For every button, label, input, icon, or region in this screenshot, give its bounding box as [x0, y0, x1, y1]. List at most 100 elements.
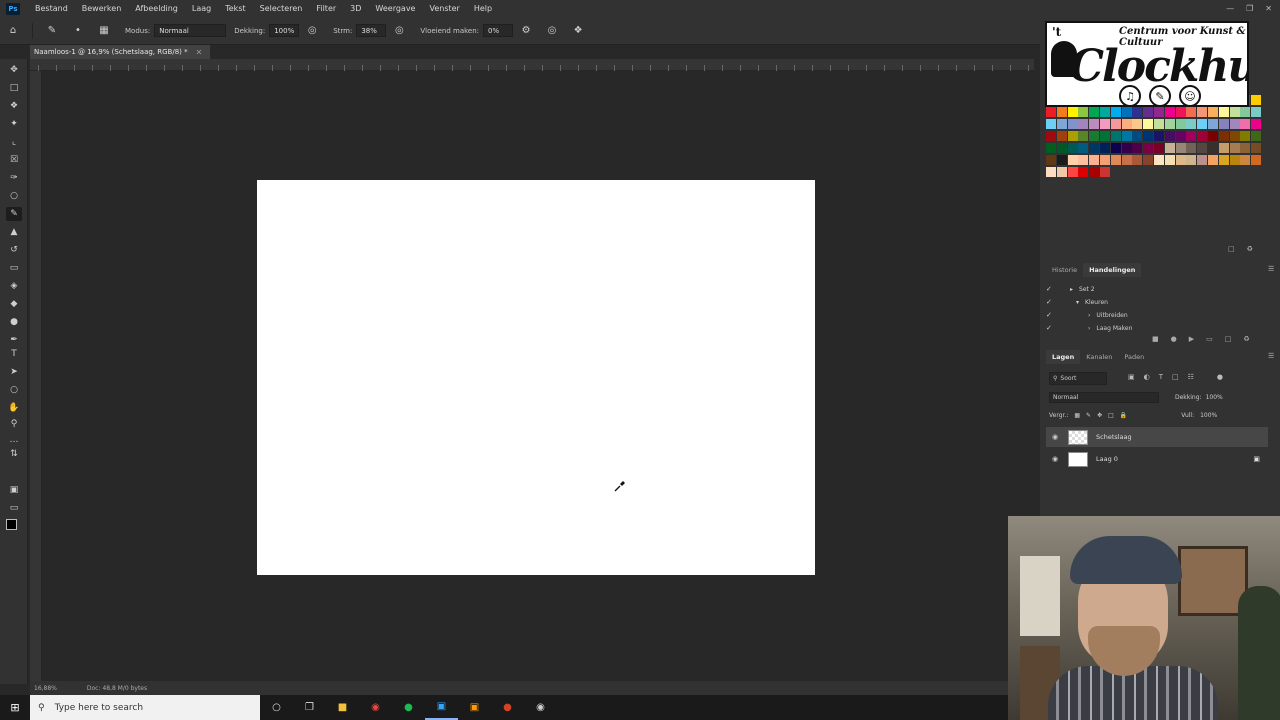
swap-colors-icon[interactable]: ⇅: [6, 447, 22, 461]
hand-tool-icon[interactable]: ✋: [6, 401, 22, 415]
color-swatch[interactable]: [1164, 155, 1175, 165]
menu-item-help[interactable]: Help: [467, 4, 499, 13]
color-swatch[interactable]: [1089, 143, 1100, 153]
color-swatch[interactable]: [1110, 143, 1121, 153]
color-swatch[interactable]: [1229, 143, 1240, 153]
color-swatch[interactable]: [1251, 107, 1262, 117]
color-swatch[interactable]: [1078, 119, 1089, 129]
crop-tool-icon[interactable]: ⌞: [6, 135, 22, 149]
color-swatch[interactable]: [1164, 131, 1175, 141]
menu-item-selecteren[interactable]: Selecteren: [253, 4, 310, 13]
tab-handelingen[interactable]: Handelingen: [1083, 263, 1142, 277]
panel-menu-icon[interactable]: ☰: [1268, 265, 1274, 273]
chrome-icon[interactable]: ◉: [359, 695, 392, 720]
color-swatch[interactable]: [1197, 119, 1208, 129]
color-swatch[interactable]: [1186, 131, 1197, 141]
opacity-input[interactable]: 100%: [269, 24, 300, 37]
color-swatch[interactable]: [1089, 167, 1100, 177]
color-swatch[interactable]: [1046, 155, 1056, 165]
color-swatch[interactable]: [1132, 131, 1143, 141]
new-action-icon[interactable]: □: [1225, 335, 1232, 343]
lock-transparency-icon[interactable]: ▦: [1074, 412, 1080, 419]
fill-input[interactable]: 100%: [1200, 412, 1217, 419]
action-item[interactable]: ✓ ▸ Set 2: [1046, 283, 1274, 295]
document-tab[interactable]: Naamloos-1 @ 16,9% (Schetslaag, RGB/8) *…: [30, 45, 211, 59]
color-swatch[interactable]: [1046, 107, 1056, 117]
color-swatch[interactable]: [1100, 131, 1110, 141]
menu-item-afbeelding[interactable]: Afbeelding: [128, 4, 185, 13]
brush-preset-icon[interactable]: •: [70, 23, 86, 39]
color-swatch[interactable]: [1078, 131, 1089, 141]
color-swatch[interactable]: [1100, 107, 1110, 117]
color-swatch[interactable]: [1078, 167, 1089, 177]
layer-row[interactable]: ◉ Laag 0 ▣: [1046, 449, 1268, 469]
menu-item-venster[interactable]: Venster: [422, 4, 466, 13]
photoshop-taskbar-icon[interactable]: ▣: [425, 695, 458, 720]
color-swatch[interactable]: [1229, 131, 1240, 141]
color-swatch[interactable]: [1089, 131, 1100, 141]
panel-menu-icon[interactable]: ☰: [1268, 352, 1274, 360]
color-swatch[interactable]: [1110, 107, 1121, 117]
filter-adjustment-icon[interactable]: ◐: [1144, 373, 1150, 381]
color-swatch[interactable]: [1154, 131, 1164, 141]
color-swatch[interactable]: [1251, 155, 1262, 165]
layer-name[interactable]: Laag 0: [1096, 455, 1118, 463]
filter-pixel-icon[interactable]: ▣: [1128, 373, 1135, 381]
color-swatch[interactable]: [1056, 143, 1067, 153]
color-swatch[interactable]: [1218, 155, 1229, 165]
color-swatch[interactable]: [1175, 143, 1186, 153]
color-swatch[interactable]: [1229, 155, 1240, 165]
brush-tool-icon[interactable]: ✎: [6, 207, 22, 221]
color-swatch[interactable]: [1056, 155, 1067, 165]
color-swatch[interactable]: [1218, 107, 1229, 117]
lock-icon[interactable]: ▣: [1253, 455, 1260, 463]
filter-smart-object-icon[interactable]: ☷: [1188, 373, 1194, 381]
color-swatch[interactable]: [1132, 119, 1143, 129]
zoom-level[interactable]: 16,88%: [34, 685, 57, 692]
pen-tool-icon[interactable]: ✒: [6, 333, 22, 347]
color-swatch[interactable]: [1240, 155, 1251, 165]
minimize-icon[interactable]: —: [1226, 4, 1234, 13]
color-swatch[interactable]: [1143, 107, 1154, 117]
tab-paden[interactable]: Paden: [1118, 350, 1150, 364]
lock-artboard-icon[interactable]: □: [1108, 412, 1114, 419]
gear-icon[interactable]: ⚙: [518, 23, 534, 39]
color-swatch[interactable]: [1143, 119, 1154, 129]
cortana-icon[interactable]: ○: [260, 695, 293, 720]
color-swatch[interactable]: [1089, 107, 1100, 117]
powerpoint-icon[interactable]: ●: [491, 695, 524, 720]
color-swatch[interactable]: [1154, 107, 1164, 117]
color-swatch[interactable]: [1186, 143, 1197, 153]
magic-wand-tool-icon[interactable]: ✦: [6, 117, 22, 131]
color-swatch[interactable]: [1208, 155, 1218, 165]
tab-historie[interactable]: Historie: [1046, 263, 1083, 277]
color-swatch[interactable]: [1121, 155, 1132, 165]
color-swatch[interactable]: [1251, 131, 1262, 141]
shape-tool-icon[interactable]: ○: [6, 383, 22, 397]
color-swatch[interactable]: [1175, 119, 1186, 129]
brush-tool-icon[interactable]: ✎: [44, 23, 60, 39]
color-swatch[interactable]: [1110, 155, 1121, 165]
color-swatch[interactable]: [1100, 119, 1110, 129]
action-item[interactable]: ✓ › Uitbreiden: [1046, 309, 1274, 321]
color-swatch[interactable]: [1208, 119, 1218, 129]
color-swatch[interactable]: [1251, 95, 1262, 105]
lock-pixels-icon[interactable]: ✎: [1086, 412, 1091, 419]
color-swatch[interactable]: [1078, 143, 1089, 153]
menu-item-tekst[interactable]: Tekst: [218, 4, 252, 13]
filter-type-icon[interactable]: T: [1159, 373, 1163, 381]
filter-toggle-icon[interactable]: ●: [1217, 373, 1223, 381]
color-swatch[interactable]: [1046, 143, 1056, 153]
color-swatch[interactable]: [1056, 131, 1067, 141]
color-swatch[interactable]: [1110, 131, 1121, 141]
vertical-ruler[interactable]: [30, 71, 42, 681]
color-swatch[interactable]: [1197, 131, 1208, 141]
screen-mode-icon[interactable]: ▭: [6, 501, 22, 515]
color-swatch[interactable]: [1067, 155, 1078, 165]
checkmark-icon[interactable]: ✓: [1046, 324, 1058, 332]
color-swatch[interactable]: [1067, 131, 1078, 141]
checkmark-icon[interactable]: ✓: [1046, 298, 1058, 306]
eye-icon[interactable]: ◉: [1046, 455, 1064, 463]
color-swatch[interactable]: [1046, 167, 1056, 177]
document-canvas[interactable]: [257, 180, 815, 575]
